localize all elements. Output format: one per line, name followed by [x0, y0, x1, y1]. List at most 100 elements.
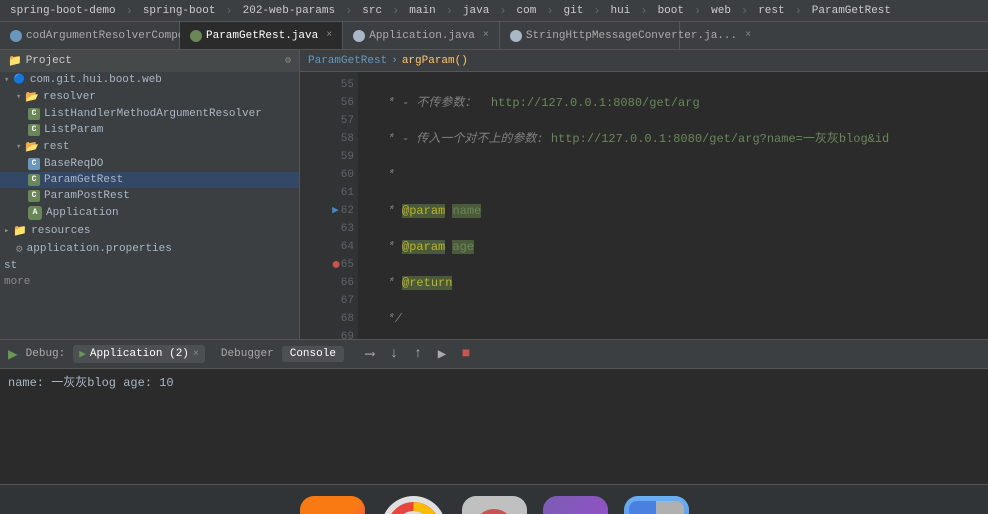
line-number: 68 [341, 310, 354, 328]
topbar-item[interactable]: git [560, 5, 588, 17]
debug-step-out[interactable]: ↑ [408, 344, 428, 364]
breadcrumb: ParamGetRest › argParam() [300, 50, 988, 72]
tree-listhandler[interactable]: C ListHandlerMethodArgumentResolver [0, 106, 299, 122]
topbar-item[interactable]: ParamGetRest [808, 5, 895, 17]
breadcrumb-class[interactable]: ParamGetRest [308, 55, 387, 67]
folder-icon: 📂 [25, 140, 39, 154]
code-line: */ [366, 310, 980, 328]
tree-parampostrest[interactable]: C ParamPostRest [0, 188, 299, 204]
session-label: Application (2) [90, 348, 189, 360]
topbar-item[interactable]: rest [754, 5, 788, 17]
debug-step-into[interactable]: ↓ [384, 344, 404, 364]
tree-resources[interactable]: ▸ 📁 resources [0, 222, 299, 240]
line-number: 66 [341, 274, 354, 292]
tab-resolver[interactable]: codArgumentResolverComposite.java × [0, 22, 180, 50]
session-close[interactable]: × [193, 349, 199, 360]
dock: IJ ↖ [0, 484, 988, 514]
line-number: 64 [341, 238, 354, 256]
line-number: 59 [341, 148, 354, 166]
topbar-item[interactable]: java [459, 5, 493, 17]
tree-label: Application [46, 207, 119, 219]
close-icon[interactable]: × [483, 30, 489, 41]
record-button [474, 509, 514, 514]
tree-paramgetrest[interactable]: C ParamGetRest [0, 172, 299, 188]
close-icon[interactable]: × [326, 30, 332, 41]
tab-label: ParamGetRest.java [206, 30, 318, 42]
console-output: name: 一灰灰blog age: 10 [0, 369, 988, 484]
breakpoint-arrow: ▶ [332, 202, 339, 220]
tree-label: ParamPostRest [44, 190, 130, 202]
debug-run-icon[interactable]: ▶ [8, 344, 18, 364]
dock-intellij[interactable]: IJ ↖ [300, 496, 365, 514]
topbar-item[interactable]: web [707, 5, 735, 17]
line-number: 69 [341, 328, 354, 339]
debug-bar: ▶ Debug: ▶ Application (2) × Debugger Co… [0, 339, 988, 369]
tree-label: resolver [43, 91, 96, 103]
tree-rest[interactable]: ▾ 📂 rest [0, 138, 299, 156]
debug-stop[interactable]: ■ [456, 344, 476, 364]
console-tab[interactable]: Console [282, 346, 344, 362]
tree-label: ListParam [44, 124, 103, 136]
tree-resolver[interactable]: ▾ 📂 resolver [0, 88, 299, 106]
topbar-item[interactable]: spring-boot-demo [6, 5, 120, 17]
expand-icon: ▾ [16, 92, 21, 102]
debugger-tab[interactable]: Debugger [213, 346, 282, 362]
line-number: 58 [341, 130, 354, 148]
tab-application[interactable]: Application.java × [343, 22, 500, 50]
dock-knives[interactable]: ⚔ [543, 496, 608, 514]
project-icon: 📁 [8, 54, 22, 68]
debug-session-tab[interactable]: ▶ Application (2) × [73, 345, 205, 363]
tree-st[interactable]: st [0, 258, 299, 274]
debug-resume[interactable]: ▶ [432, 344, 452, 364]
tab-stringhttp[interactable]: StringHttpMessageConverter.ja... × [500, 22, 680, 50]
project-sidebar: 📁 Project ⚙ ▾ 🔵 com.git.hui.boot.web ▾ 📂… [0, 50, 300, 339]
dock-finder[interactable] [624, 496, 689, 514]
topbar-item[interactable]: main [405, 5, 439, 17]
close-icon[interactable]: × [745, 30, 751, 41]
expand-icon: ▾ [4, 75, 9, 85]
tree-package[interactable]: ▾ 🔵 com.git.hui.boot.web [0, 72, 299, 88]
tree-application[interactable]: A Application [0, 204, 299, 222]
code-editor: ParamGetRest › argParam() 55 56 57 [300, 50, 988, 339]
topbar-item[interactable]: boot [654, 5, 688, 17]
topbar-item[interactable]: 202-web-params [239, 5, 339, 17]
tree-label: ListHandlerMethodArgumentResolver [44, 108, 262, 120]
top-bar: spring-boot-demo › spring-boot › 202-web… [0, 0, 988, 22]
tree-label: BaseReqDO [44, 158, 103, 170]
debug-label: Debug: [26, 348, 66, 360]
code-line: * - 不传参数： http://127.0.0.1:8080/get/arg [366, 94, 980, 112]
debug-step-over[interactable]: ⟶ [360, 344, 380, 364]
line-number: 55 [341, 76, 354, 94]
line-number: 60 [341, 166, 354, 184]
folder-icon: 📁 [13, 224, 27, 238]
breadcrumb-method[interactable]: argParam() [402, 55, 468, 67]
tree-label: rest [43, 141, 69, 153]
topbar-item[interactable]: com [513, 5, 541, 17]
line-number: 62 [341, 202, 354, 220]
tree-basereqdo[interactable]: C BaseReqDO [0, 156, 299, 172]
expand-icon: ▾ [16, 142, 21, 152]
class-icon: C [28, 124, 40, 136]
package-icon: 🔵 [13, 74, 25, 86]
tree-listparam[interactable]: C ListParam [0, 122, 299, 138]
tree-label: com.git.hui.boot.web [30, 74, 162, 86]
folder-icon: 📂 [25, 90, 39, 104]
dock-recorder[interactable] [462, 496, 527, 514]
console-line: name: 一灰灰blog age: 10 [8, 373, 980, 390]
topbar-item[interactable]: src [358, 5, 386, 17]
sidebar-header: 📁 Project ⚙ [0, 50, 299, 72]
dock-chrome[interactable] [381, 496, 446, 514]
code-line: * @param name [366, 202, 980, 220]
code-line: * @param age [366, 238, 980, 256]
tab-paramgetrest[interactable]: ParamGetRest.java × [180, 22, 343, 50]
code-line: * [366, 166, 980, 184]
tree-appprops[interactable]: ⚙ application.properties [0, 240, 299, 258]
line-number: 56 [341, 94, 354, 112]
tree-more[interactable]: more [0, 274, 299, 290]
tree-label: resources [31, 225, 90, 237]
sidebar-gear[interactable]: ⚙ [285, 55, 291, 67]
code-line: * - 传入一个对不上的参数: http://127.0.0.1:8080/ge… [366, 130, 980, 148]
topbar-item[interactable]: spring-boot [139, 5, 220, 17]
topbar-item[interactable]: hui [607, 5, 635, 17]
session-icon: ▶ [79, 347, 86, 361]
